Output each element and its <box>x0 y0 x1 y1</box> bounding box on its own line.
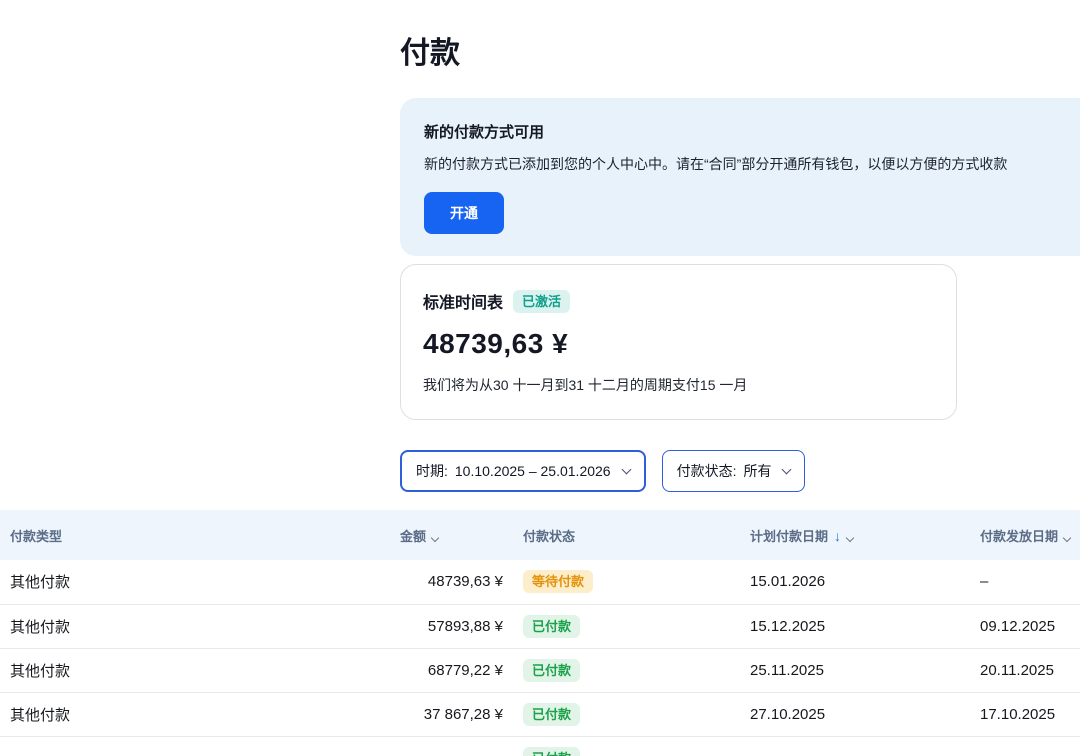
header-amount-sort[interactable]: 金额 <box>400 510 505 560</box>
table-row: 其他付款 48739,63 ¥ 等待付款 15.01.2026 – <box>0 560 1080 605</box>
cell-payment-type <box>0 736 400 756</box>
status-badge: 等待付款 <box>523 570 594 594</box>
table-row: 其他付款 57893,88 ¥ 已付款 15.12.2025 09.12.202… <box>0 604 1080 649</box>
cell-payout-date: – <box>980 560 1080 605</box>
schedule-description: 我们将为从30 十一月到31 十二月的周期支付15 一月 <box>423 377 748 393</box>
period-filter-value: 10.10.2025 – 25.01.2026 <box>454 463 611 479</box>
cell-planned-date <box>750 736 980 756</box>
status-badge: 已付款 <box>523 746 581 756</box>
status-filter-label: 付款状态: <box>676 463 737 479</box>
table-header-row: 付款类型 金额 付款状态 计划付款日期 ↓ 付款发放日期 <box>0 510 1080 560</box>
cell-amount: 48739,63 ¥ <box>400 560 505 605</box>
cell-amount <box>400 736 505 756</box>
header-planned-date-sort[interactable]: 计划付款日期 ↓ <box>750 510 980 560</box>
header-payout-date-sort[interactable]: 付款发放日期 <box>980 510 1080 560</box>
status-badge: 已付款 <box>523 702 581 726</box>
schedule-amount: 48739,63 ¥ <box>423 328 569 359</box>
cell-payout-date: 17.10.2025 <box>980 692 1080 737</box>
period-filter-label: 时期: <box>416 463 448 479</box>
schedule-card: 标准时间表 已激活 48739,63 ¥ 我们将为从30 十一月到31 十二月的… <box>400 264 957 420</box>
table-row: 其他付款 37 867,28 ¥ 已付款 27.10.2025 17.10.20… <box>0 692 1080 737</box>
cell-planned-date: 27.10.2025 <box>750 692 980 737</box>
header-payment-status: 付款状态 <box>505 510 750 560</box>
status-filter-value: 所有 <box>743 463 772 479</box>
cell-planned-date: 15.01.2026 <box>750 560 980 605</box>
chevron-down-icon <box>845 533 855 542</box>
sort-descending-icon: ↓ <box>834 527 842 544</box>
period-filter[interactable]: 时期: 10.10.2025 – 25.01.2026 <box>400 450 646 492</box>
cell-payout-date: 09.12.2025 <box>980 604 1080 649</box>
schedule-title: 标准时间表 <box>423 295 504 312</box>
cell-amount: 68779,22 ¥ <box>400 648 505 693</box>
chevron-down-icon <box>1062 533 1072 542</box>
cell-planned-date: 15.12.2025 <box>750 604 980 649</box>
cell-planned-date: 25.11.2025 <box>750 648 980 693</box>
payments-table: 付款类型 金额 付款状态 计划付款日期 ↓ 付款发放日期 其他付款 48739,6… <box>0 510 1080 756</box>
new-payment-banner: 新的付款方式可用 新的付款方式已添加到您的个人中心中。请在“合同”部分开通所有钱… <box>400 98 1080 256</box>
status-badge: 已付款 <box>523 658 581 682</box>
chevron-down-icon <box>621 464 632 474</box>
activated-badge: 已激活 <box>513 289 571 313</box>
cell-amount: 37 867,28 ¥ <box>400 692 505 737</box>
cell-payment-type: 其他付款 <box>0 692 400 737</box>
table-row: 其他付款 68779,22 ¥ 已付款 25.11.2025 20.11.202… <box>0 648 1080 693</box>
cell-payment-type: 其他付款 <box>0 560 400 605</box>
table-row: 已付款 <box>0 736 1080 756</box>
chevron-down-icon <box>430 533 440 542</box>
cell-payment-type: 其他付款 <box>0 648 400 693</box>
banner-body: 新的付款方式已添加到您的个人中心中。请在“合同”部分开通所有钱包，以便以方便的方… <box>424 156 1008 172</box>
filters-bar: 时期: 10.10.2025 – 25.01.2026 付款状态: 所有 <box>400 450 1080 492</box>
banner-title: 新的付款方式可用 <box>424 124 545 141</box>
cell-payout-date: 20.11.2025 <box>980 648 1080 693</box>
page-title: 付款 <box>400 37 460 70</box>
status-filter[interactable]: 付款状态: 所有 <box>661 450 806 492</box>
cell-payout-date <box>980 736 1080 756</box>
header-payment-type: 付款类型 <box>0 510 400 560</box>
status-badge: 已付款 <box>523 614 581 638</box>
chevron-down-icon <box>782 464 792 474</box>
activate-button[interactable]: 开通 <box>424 192 504 234</box>
cell-amount: 57893,88 ¥ <box>400 604 505 649</box>
cell-payment-type: 其他付款 <box>0 604 400 649</box>
main-content: 付款 新的付款方式可用 新的付款方式已添加到您的个人中心中。请在“合同”部分开通… <box>400 36 1080 492</box>
